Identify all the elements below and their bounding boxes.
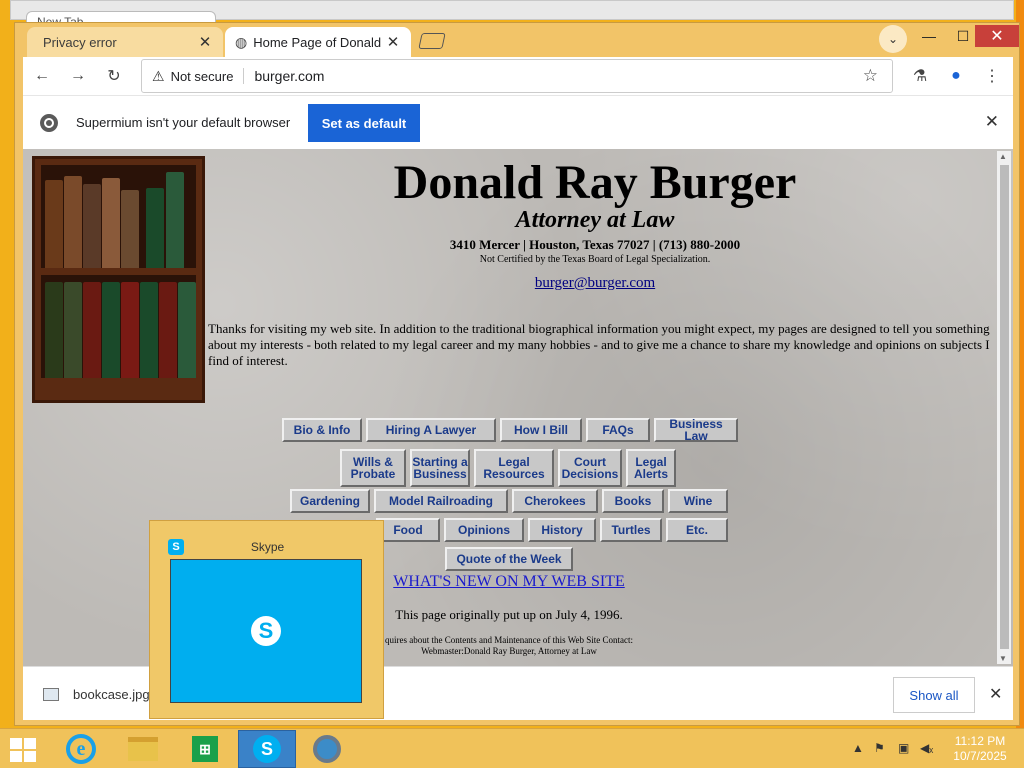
show-hidden-icons-icon[interactable]: ▲ [852, 741, 864, 755]
skype-thumbnail-preview[interactable]: S Skype S [149, 520, 384, 719]
nav-cherokees[interactable]: Cherokees [512, 489, 598, 513]
clock-time: 11:12 PM [954, 734, 1006, 748]
nav-bio-info[interactable]: Bio & Info [282, 418, 362, 442]
tab-title: Privacy error [43, 34, 117, 50]
email-link[interactable]: burger@burger.com [205, 275, 985, 292]
profile-icon[interactable]: ● [945, 65, 967, 87]
security-status[interactable]: Not secure [171, 69, 234, 84]
nav-hiring-a-lawyer[interactable]: Hiring A Lawyer [366, 418, 496, 442]
taskbar-skype[interactable]: S [238, 730, 296, 768]
nav-food[interactable]: Food [376, 518, 440, 542]
nav-turtles[interactable]: Turtles [600, 518, 662, 542]
url-text[interactable]: burger.com [254, 68, 324, 84]
tab-title: Home Page of Donald R [253, 34, 385, 50]
infobar-message: Supermium isn't your default browser [76, 115, 291, 130]
certification-note: Not Certified by the Texas Board of Lega… [479, 254, 711, 265]
show-all-button[interactable]: Show all [893, 677, 975, 713]
tab-strip: Privacy error ✕ ◍ Home Page of Donald R … [15, 23, 1019, 57]
download-item[interactable]: bookcase.jpg [73, 687, 150, 702]
nav-model-railroading[interactable]: Model Railroading [374, 489, 508, 513]
nav-books[interactable]: Books [602, 489, 664, 513]
system-clock[interactable]: 11:12 PM 10/7/2025 [940, 734, 1020, 764]
nav-wine[interactable]: Wine [668, 489, 728, 513]
menu-kebab-icon[interactable]: ⋮ [981, 65, 1003, 87]
folder-icon [128, 737, 158, 761]
volume-muted-icon[interactable]: ◀ₓ [920, 741, 933, 755]
browser-toolbar: ← → ↻ ⚠ Not secure burger.com ☆ ⚗ ● ⋮ [23, 57, 1013, 95]
nav-faqs[interactable]: FAQs [586, 418, 650, 442]
taskbar: e ⊞ S ▲ ⚑ ▣ ◀ₓ 11:12 PM 10/7/2025 [0, 728, 1024, 768]
nav-gardening[interactable]: Gardening [290, 489, 370, 513]
scroll-down-icon[interactable]: ▼ [999, 654, 1007, 663]
address-bar[interactable]: ⚠ Not secure burger.com ☆ [141, 59, 893, 93]
tab-privacy-error[interactable]: Privacy error ✕ [27, 27, 223, 57]
default-browser-infobar: Supermium isn't your default browser Set… [23, 95, 1013, 149]
warning-icon: ⚠ [152, 67, 165, 84]
skype-logo-icon: S [251, 616, 281, 646]
nav-quote-of-the-week[interactable]: Quote of the Week [445, 547, 573, 571]
bookshelf-top [41, 165, 196, 268]
nav-how-i-bill[interactable]: How I Bill [500, 418, 582, 442]
office-address: 3410 Mercer | Houston, Texas 77027 | (71… [449, 237, 741, 252]
internet-explorer-icon: e [66, 734, 96, 764]
taskbar-file-explorer[interactable] [114, 730, 172, 768]
clock-date: 10/7/2025 [953, 749, 1007, 763]
nav-opinions[interactable]: Opinions [444, 518, 524, 542]
chrome-logo-icon [40, 114, 58, 132]
taskbar-store[interactable]: ⊞ [176, 730, 234, 768]
set-as-default-button[interactable]: Set as default [308, 104, 420, 142]
page-subtitle: Attorney at Law [515, 207, 675, 233]
nav-wills-probate[interactable]: Wills & Probate [340, 449, 406, 487]
skype-window-preview[interactable]: S [170, 559, 362, 703]
bookcase-image [32, 156, 205, 403]
image-file-icon [43, 688, 59, 701]
tab-home-page[interactable]: ◍ Home Page of Donald R ✕ [225, 27, 411, 57]
skype-preview-title: Skype [250, 540, 285, 554]
skype-icon: S [253, 735, 281, 763]
intro-paragraph: Thanks for visiting my web site. In addi… [208, 321, 990, 368]
network-icon[interactable]: ▣ [898, 741, 909, 755]
page-title: Donald Ray Burger [393, 156, 797, 209]
scrollbar-thumb[interactable] [1000, 165, 1009, 649]
tab-search-dropdown-icon[interactable]: ⌄ [879, 25, 907, 53]
globe-icon: ◍ [235, 33, 248, 50]
nav-starting-a-business[interactable]: Starting a Business [410, 449, 470, 487]
tab-close-icon[interactable]: ✕ [385, 33, 401, 51]
nav-history[interactable]: History [528, 518, 596, 542]
bookmark-star-icon[interactable]: ☆ [863, 66, 878, 86]
minimize-button[interactable]: — [911, 25, 947, 47]
action-center-flag-icon[interactable]: ⚑ [874, 741, 885, 755]
vertical-scrollbar[interactable]: ▲ ▼ [997, 151, 1011, 664]
nav-business-law[interactable]: Business Law [654, 418, 738, 442]
infobar-close-icon[interactable]: ✕ [985, 112, 999, 132]
nav-court-decisions[interactable]: Court Decisions [558, 449, 622, 487]
bookshelf-bottom [41, 275, 196, 378]
forward-arrow-icon[interactable]: → [67, 65, 89, 87]
reload-icon[interactable]: ↻ [103, 65, 125, 87]
flask-icon[interactable]: ⚗ [909, 65, 931, 87]
start-button-windows-icon[interactable] [10, 738, 38, 762]
back-arrow-icon[interactable]: ← [31, 65, 53, 87]
tab-close-icon[interactable]: ✕ [197, 33, 213, 51]
taskbar-browser[interactable] [298, 730, 356, 768]
nav-legal-resources[interactable]: Legal Resources [474, 449, 554, 487]
nav-etc[interactable]: Etc. [666, 518, 728, 542]
close-window-button[interactable]: ✕ [975, 25, 1019, 47]
new-tab-icon[interactable] [418, 33, 446, 49]
download-bar-close-icon[interactable]: ✕ [989, 684, 1002, 704]
scroll-up-icon[interactable]: ▲ [999, 152, 1007, 161]
taskbar-internet-explorer[interactable]: e [52, 730, 110, 768]
nav-legal-alerts[interactable]: Legal Alerts [626, 449, 676, 487]
divider [243, 68, 245, 84]
browser-icon [313, 735, 341, 763]
store-icon: ⊞ [192, 736, 218, 762]
